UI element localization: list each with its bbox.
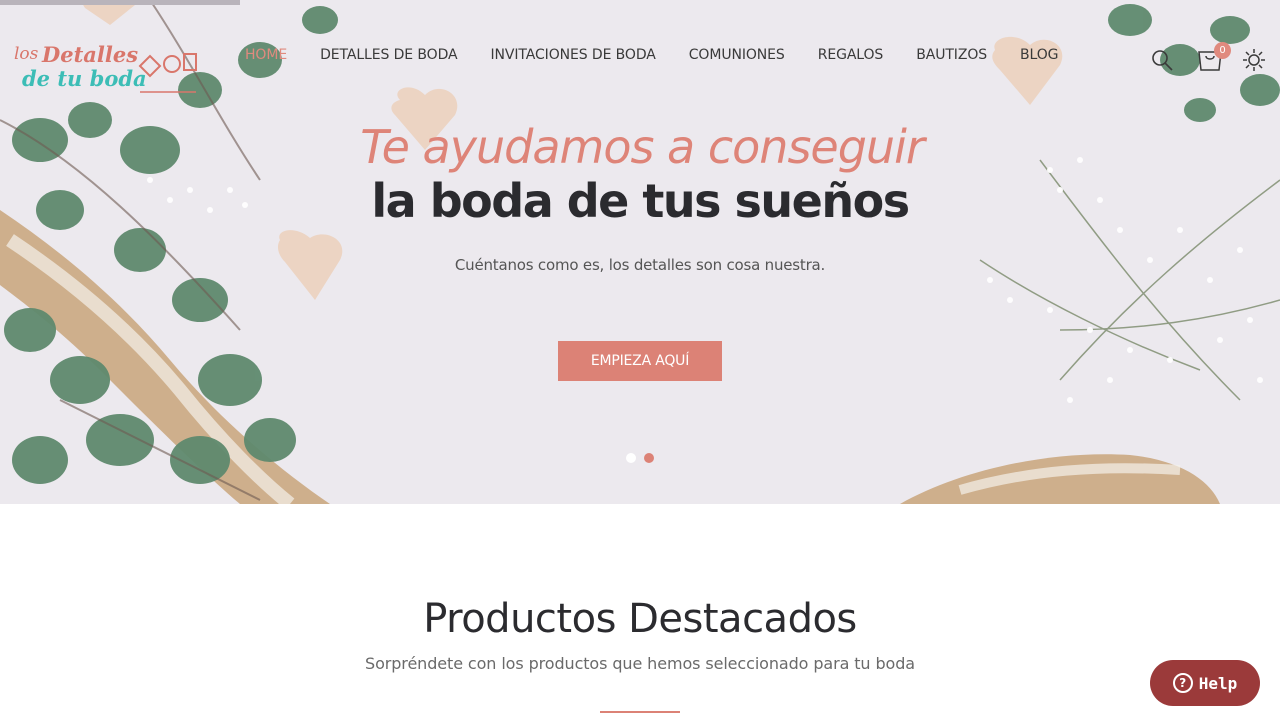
logo-text-detalles: Detalles — [42, 42, 139, 67]
hero-title-line1: Te ayudamos a conseguir — [360, 120, 925, 174]
gear-icon[interactable] — [1240, 46, 1268, 74]
featured-products-title: Productos Destacados — [423, 596, 857, 642]
main-navigation: HOME DETALLES DE BODA INVITACIONES DE BO… — [245, 47, 1091, 69]
cart-count-badge: 0 — [1214, 42, 1231, 59]
help-button[interactable]: ? Help — [1150, 660, 1260, 706]
top-progress-bar — [0, 0, 240, 5]
nav-item-detalles-de-boda[interactable]: DETALLES DE BODA — [320, 47, 458, 69]
featured-products-subtitle: Sorpréndete con los productos que hemos … — [365, 654, 915, 673]
section-divider — [600, 711, 680, 713]
logo-text-los: los — [14, 44, 39, 64]
question-icon: ? — [1172, 673, 1193, 693]
nav-item-regalos[interactable]: REGALOS — [818, 47, 884, 69]
slider-dot-1[interactable] — [626, 453, 636, 463]
help-label: Help — [1198, 673, 1238, 693]
hero-subtitle: Cuéntanos como es, los detalles son cosa… — [454, 256, 826, 274]
logo-text-tuboda: de tu boda — [22, 66, 147, 91]
nav-item-blog[interactable]: BLOG — [1020, 47, 1058, 69]
hero-title-line2: la boda de tus sueños — [371, 174, 910, 228]
slider-dot-2[interactable] — [644, 453, 654, 463]
nav-item-home[interactable]: HOME — [245, 47, 287, 69]
start-here-button[interactable]: EMPIEZA AQUÍ — [558, 341, 722, 381]
nav-item-invitaciones-de-boda[interactable]: INVITACIONES DE BODA — [491, 47, 656, 69]
nav-item-comuniones[interactable]: COMUNIONES — [689, 47, 785, 69]
site-logo[interactable]: los Detalles de tu boda — [12, 40, 202, 98]
logo-decoration-icon — [138, 53, 197, 93]
search-icon[interactable] — [1150, 48, 1176, 74]
hero-banner: los Detalles de tu boda HOME DETALLES DE… — [0, 0, 1280, 504]
nav-item-bautizos[interactable]: BAUTIZOS — [916, 47, 987, 69]
